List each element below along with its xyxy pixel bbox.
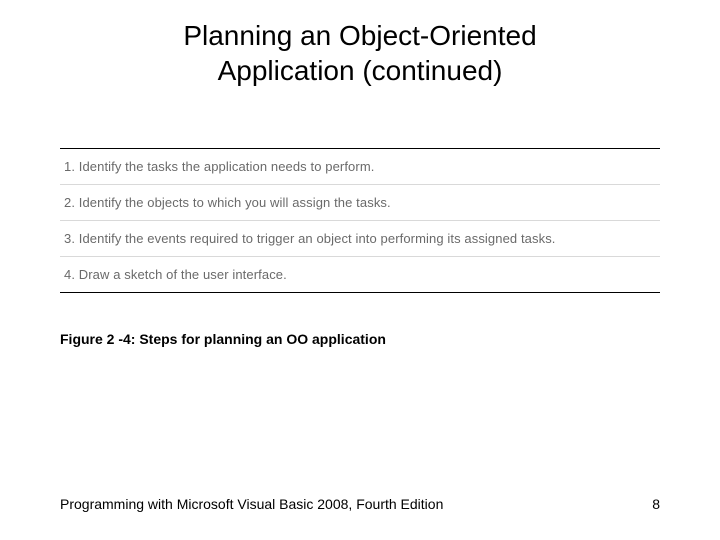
slide-title: Planning an Object-Oriented Application … bbox=[0, 0, 720, 88]
steps-list: 1. Identify the tasks the application ne… bbox=[60, 148, 660, 293]
page-number: 8 bbox=[652, 496, 660, 512]
list-item: 4. Draw a sketch of the user interface. bbox=[60, 257, 660, 293]
footer-text: Programming with Microsoft Visual Basic … bbox=[60, 496, 443, 512]
slide-footer: Programming with Microsoft Visual Basic … bbox=[60, 496, 660, 512]
figure-caption: Figure 2 -4: Steps for planning an OO ap… bbox=[60, 331, 720, 347]
list-item: 2. Identify the objects to which you wil… bbox=[60, 185, 660, 221]
figure-box: 1. Identify the tasks the application ne… bbox=[60, 148, 660, 293]
title-line-1: Planning an Object-Oriented bbox=[183, 20, 536, 51]
list-item: 3. Identify the events required to trigg… bbox=[60, 221, 660, 257]
list-item: 1. Identify the tasks the application ne… bbox=[60, 149, 660, 185]
title-line-2: Application (continued) bbox=[218, 55, 503, 86]
